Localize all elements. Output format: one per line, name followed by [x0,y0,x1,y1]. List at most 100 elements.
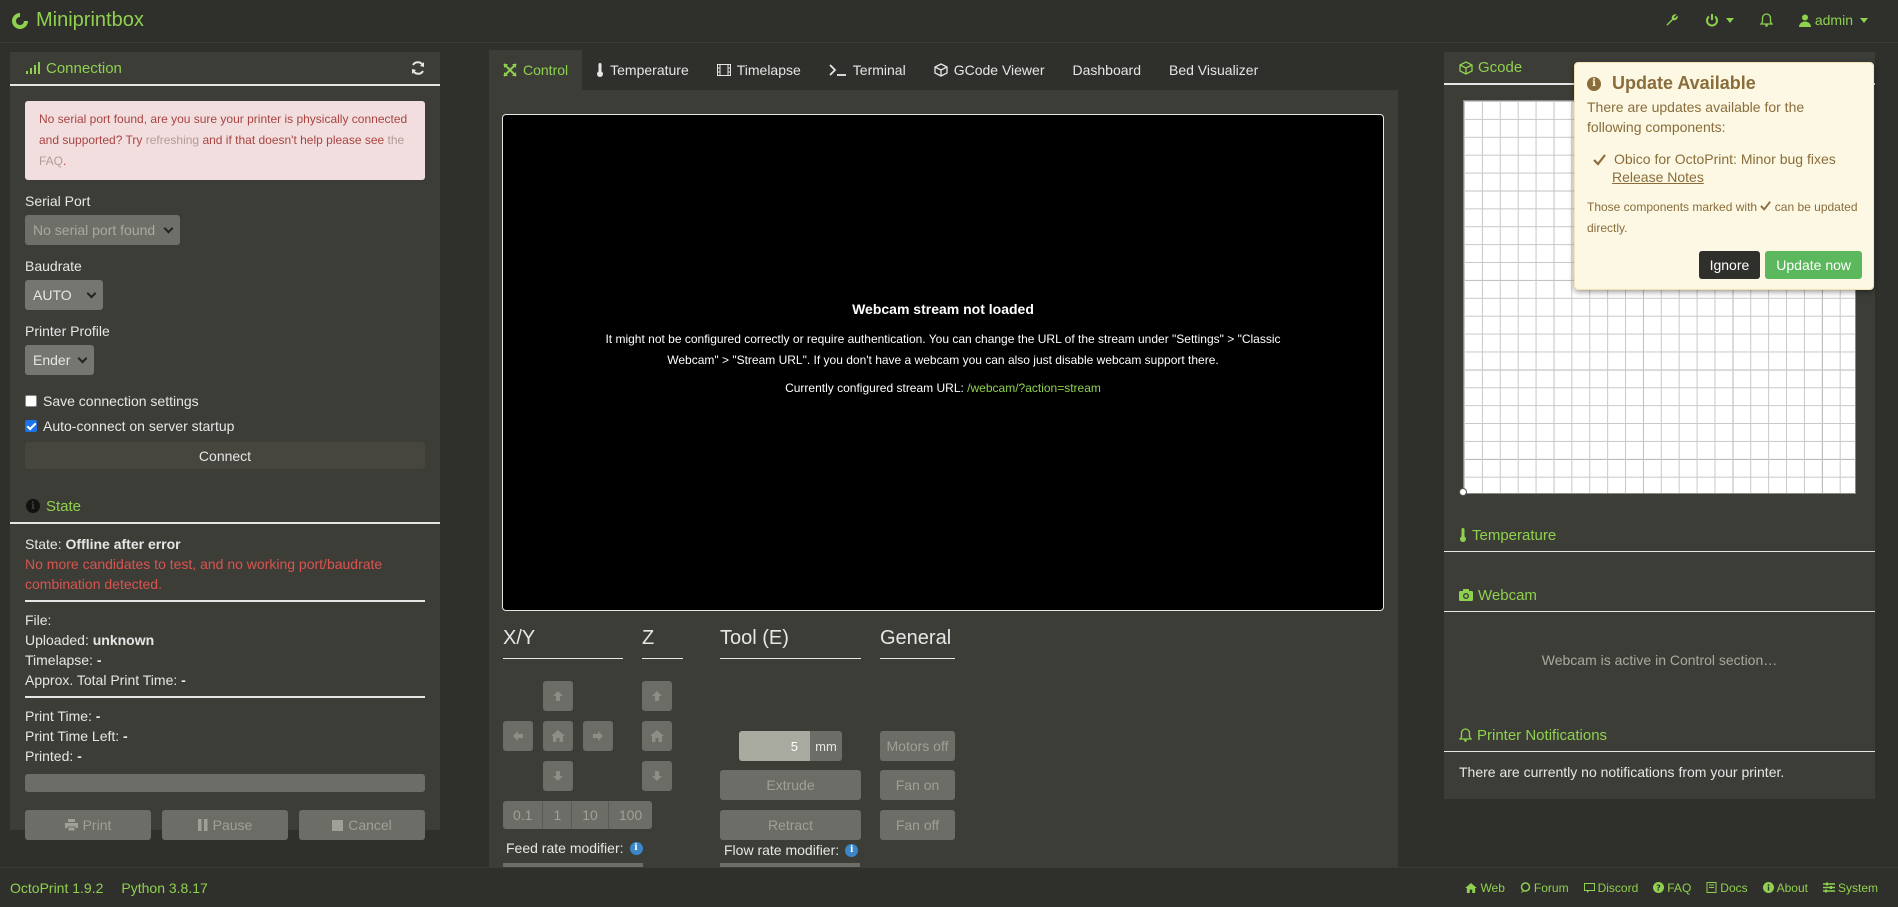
time-left-value: - [123,728,128,744]
autoconnect-row[interactable]: Auto-connect on server startup [25,418,425,434]
list-item: Obico for OctoPrint: Minor bug fixes [1593,149,1861,169]
serial-port-select[interactable]: No serial port found [25,215,180,245]
arrow-up-icon [553,691,563,701]
tab-bed-visualizer[interactable]: Bed Visualizer [1155,50,1272,90]
footer-link-web[interactable]: Web [1465,880,1505,895]
pause-button[interactable]: Pause [162,810,288,840]
webcam-header[interactable]: Webcam [1444,579,1875,612]
octoprint-version: OctoPrint 1.9.2 [10,879,104,896]
jog-step-group: 0.1 1 10 100 [503,801,653,829]
tab-timelapse[interactable]: Timelapse [703,50,815,90]
navbar-right: admin [1665,12,1868,28]
bell-icon [1459,728,1472,742]
jog-y-plus-button[interactable] [543,681,573,711]
tab-gcode-viewer[interactable]: GCode Viewer [920,50,1059,90]
baudrate-select[interactable]: AUTO [25,280,103,310]
footer-link-faq[interactable]: ? FAQ [1653,881,1691,895]
notifications-bell-icon[interactable] [1759,13,1773,27]
feed-rate-label: Feed rate modifier: i [506,840,643,856]
footer-link-discord[interactable]: Discord [1583,881,1638,895]
print-time-line: Print Time: - [25,706,425,726]
footer-link-label: About [1776,880,1808,895]
fan-off-button[interactable]: Fan off [880,810,955,840]
thermometer-icon [1460,528,1466,542]
uploaded-label: Uploaded: [25,632,89,648]
jog-y-minus-button[interactable] [543,761,573,791]
printer-profile-label: Printer Profile [25,323,110,339]
system-menu-button[interactable] [1705,13,1734,27]
state-line: State: Offline after error [25,534,425,554]
extrude-button[interactable]: Extrude [720,770,861,800]
fan-on-button[interactable]: Fan on [880,770,955,800]
extrude-amount-input[interactable]: 5 [739,731,810,761]
step-1-button[interactable]: 1 [543,801,573,829]
tab-dashboard[interactable]: Dashboard [1059,50,1156,90]
update-now-button[interactable]: Update now [1765,251,1862,279]
info-icon[interactable]: i [845,843,859,857]
save-connection-settings-row[interactable]: Save connection settings [25,393,425,409]
jog-z-minus-button[interactable] [642,761,672,791]
cancel-button[interactable]: Cancel [299,810,425,840]
settings-wrench-icon[interactable] [1665,13,1679,27]
webcam-url-label: Currently configured stream URL: [785,380,964,395]
info-icon[interactable]: i [629,841,643,855]
step-0-1-button[interactable]: 0.1 [503,801,544,829]
chat-icon [1583,882,1595,893]
save-connection-settings-checkbox[interactable] [25,395,37,407]
step-10-button[interactable]: 10 [572,801,609,829]
uploaded-value: unknown [92,632,155,648]
update-available-popup: i Update Available There are updates ava… [1574,62,1874,290]
refreshing-link[interactable]: refreshing [146,133,199,147]
user-menu-button[interactable]: admin [1798,12,1868,28]
info-icon: i [26,499,40,513]
webcam-title: Webcam stream not loaded [852,300,1034,317]
state-label: State: [25,536,62,552]
print-button[interactable]: Print [25,810,151,840]
printer-profile-select[interactable]: Ender [25,345,94,375]
brand-link[interactable]: Miniprintbox [10,9,144,32]
jog-x-plus-button[interactable] [583,721,613,751]
home-icon [650,730,664,742]
arrow-right-icon [593,731,603,741]
jog-z-plus-button[interactable] [642,681,672,711]
xy-heading: X/Y [503,627,623,659]
no-notifications-message: There are currently no notifications fro… [1459,764,1785,780]
footer-link-forum[interactable]: Forum [1520,881,1569,895]
tab-temperature[interactable]: Temperature [582,50,703,90]
webcam-panel: Webcam stream not loaded It might not be… [502,114,1384,611]
navbar: Miniprintbox admin [0,0,1898,43]
autoconnect-checkbox[interactable] [25,420,37,432]
update-popup-title: i Update Available [1587,73,1861,94]
printed-value: - [77,748,82,764]
webcam-url[interactable]: /webcam/?action=stream [967,381,1101,395]
stop-icon [332,819,344,831]
retract-button[interactable]: Retract [720,810,861,840]
ignore-button[interactable]: Ignore [1698,251,1761,279]
home-z-button[interactable] [642,721,672,751]
home-xy-button[interactable] [543,721,573,751]
state-header[interactable]: i State [10,490,440,524]
signal-icon [26,62,40,74]
footer-link-label: Web [1480,880,1505,895]
connection-header[interactable]: Connection [10,52,440,86]
right-sidebar: Gcode Temperature Webcam Webcam is activ… [1444,52,1875,799]
state-value: Offline after error [65,536,181,552]
baudrate-value: AUTO [33,287,72,303]
tab-terminal[interactable]: Terminal [815,50,920,90]
printer-notifications-header[interactable]: Printer Notifications [1444,719,1875,752]
jog-x-minus-button[interactable] [503,721,533,751]
tab-control[interactable]: Control [489,50,583,90]
release-notes-link[interactable]: Release Notes [1612,169,1861,185]
temperature-header[interactable]: Temperature [1444,519,1875,552]
approx-time-value: - [181,672,186,688]
print-controls: Print Pause Cancel [25,810,425,840]
footer-link-system[interactable]: System [1822,881,1878,895]
footer-link-docs[interactable]: Docs [1706,881,1748,895]
connect-button[interactable]: Connect [25,442,425,469]
no-serial-port-alert: No serial port found, are you sure your … [25,101,425,180]
timelapse-value: - [96,652,102,668]
step-100-button[interactable]: 100 [608,801,653,829]
footer-link-about[interactable]: About [1762,880,1808,895]
refresh-icon[interactable] [410,60,426,76]
motors-off-button[interactable]: Motors off [880,731,955,761]
